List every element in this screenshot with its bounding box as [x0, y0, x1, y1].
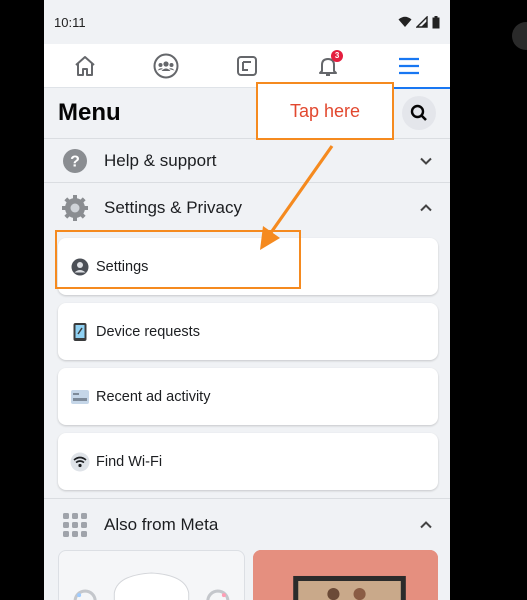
- callout-text: Tap here: [289, 100, 361, 121]
- screen: 10:11 3 Menu ? Help & support Settings &…: [0, 0, 527, 600]
- tap-here-callout: Tap here: [256, 82, 394, 140]
